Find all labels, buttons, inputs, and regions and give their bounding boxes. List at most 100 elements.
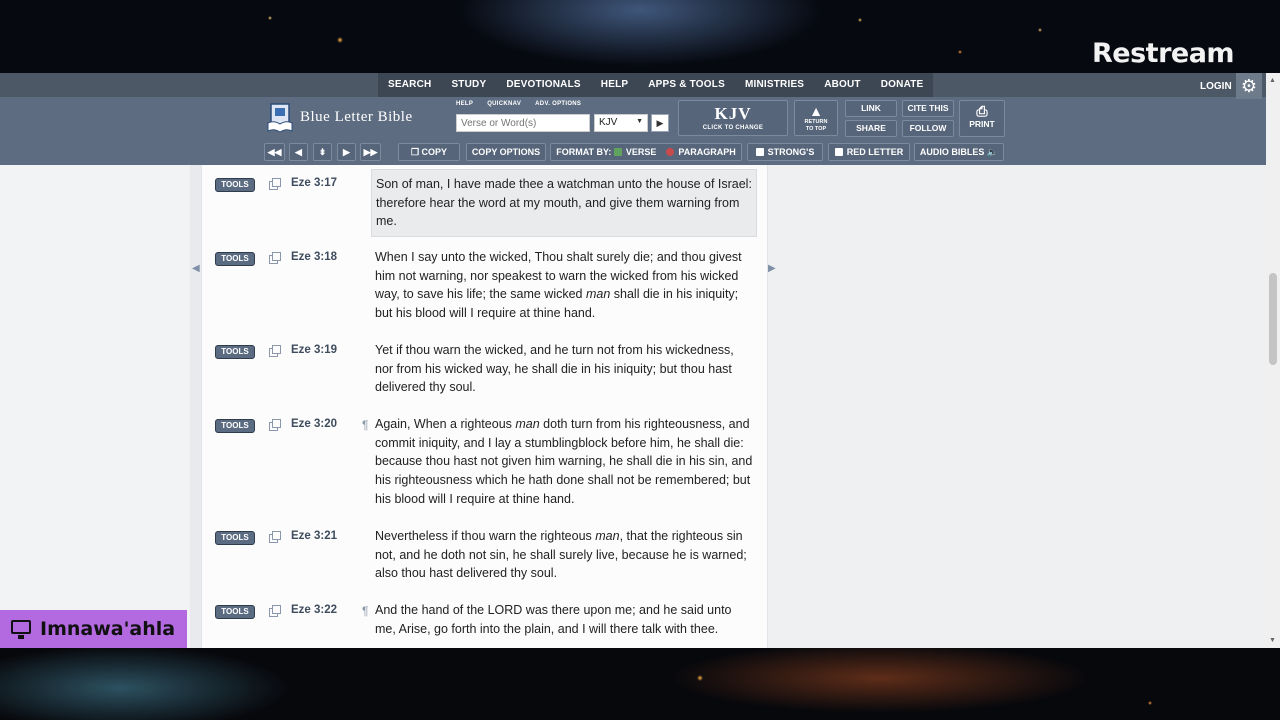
last-chapter-button[interactable]: ▶▶ [360, 143, 381, 161]
nav-study[interactable]: STUDY [441, 73, 496, 97]
quicknav-link[interactable]: QUICKNAV [487, 101, 521, 107]
adv-options-link[interactable]: ADV. OPTIONS [535, 101, 581, 107]
red-letter-toggle[interactable]: RED LETTER [828, 143, 910, 161]
right-expand-arrow-icon[interactable]: ▶ [768, 263, 776, 274]
streamer-name-badge: Imnawa'ahla [0, 610, 187, 648]
print-button[interactable]: ⎙ PRINT [959, 100, 1005, 137]
restream-logo: Restream [1092, 38, 1235, 69]
radio-off-icon [666, 148, 675, 156]
strongs-toggle[interactable]: STRONG'S [747, 143, 823, 161]
copy-verse-icon[interactable] [269, 252, 281, 264]
verse-text-part: Nevertheless if thou warn the righteous [375, 529, 596, 543]
tools-button[interactable]: TOOLS [215, 252, 255, 266]
verse-label: VERSE [625, 147, 657, 157]
audio-bibles-button[interactable]: AUDIO BIBLES 🔈 [914, 143, 1004, 161]
verse-reference[interactable]: Eze 3:18 [291, 251, 337, 263]
search-mini-links: HELP QUICKNAV ADV. OPTIONS [456, 101, 581, 107]
printer-icon: ⎙ [976, 103, 988, 119]
return-label-2: TO TOP [805, 126, 827, 132]
search-go-button[interactable]: ▶ [651, 114, 669, 132]
browser-page: SEARCH STUDY DEVOTIONALS HELP APPS & TOO… [0, 73, 1280, 648]
rewind-icon: ◀◀ [267, 147, 282, 157]
tools-button[interactable]: TOOLS [215, 419, 255, 433]
page-scrollbar[interactable]: ▲ ▼ [1266, 73, 1280, 648]
site-logo-text[interactable]: Blue Letter Bible [300, 109, 413, 126]
next-chapter-button[interactable]: ▶ [337, 143, 356, 161]
left-collapse-arrow-icon[interactable]: ◀ [192, 263, 200, 274]
jump-verse-button[interactable]: ⇟ [313, 143, 332, 161]
chevron-down-icon: ▼ [636, 118, 643, 125]
scroll-up-icon[interactable]: ▲ [1269, 77, 1276, 84]
tools-button[interactable]: TOOLS [215, 178, 255, 192]
monitor-icon [11, 620, 31, 639]
verse-reference[interactable]: Eze 3:22 [291, 604, 337, 616]
nav-apps-tools[interactable]: APPS & TOOLS [638, 73, 735, 97]
nav-devotionals[interactable]: DEVOTIONALS [496, 73, 590, 97]
tools-button[interactable]: TOOLS [215, 345, 255, 359]
verse-reference[interactable]: Eze 3:21 [291, 530, 337, 542]
copy-verse-icon[interactable] [269, 345, 281, 357]
paragraph-format-option[interactable]: PARAGRAPH [666, 147, 736, 157]
checkbox-checked [613, 148, 622, 156]
verse-search-input[interactable] [456, 114, 590, 132]
return-to-top-button[interactable]: ▲ RETURN TO TOP [794, 100, 838, 136]
scroll-down-icon[interactable]: ▼ [1269, 637, 1276, 644]
return-label-1: RETURN [804, 119, 828, 125]
right-panel [768, 165, 1266, 648]
format-by-group: FORMAT BY: VERSE PARAGRAPH [550, 143, 742, 161]
format-by-label: FORMAT BY: [556, 147, 612, 157]
nav-search[interactable]: SEARCH [378, 73, 441, 97]
paragraph-mark: ¶ [362, 418, 369, 432]
verse-reference[interactable]: Eze 3:19 [291, 344, 337, 356]
first-chapter-button[interactable]: ◀◀ [264, 143, 285, 161]
login-link[interactable]: LOGIN [1200, 73, 1232, 101]
prev-icon: ◀ [295, 147, 302, 157]
copy-options-button[interactable]: COPY OPTIONS [466, 143, 546, 161]
nav-help[interactable]: HELP [591, 73, 638, 97]
verse-text: Nevertheless if thou warn the righteous … [375, 527, 757, 583]
left-margin [190, 165, 201, 648]
version-select[interactable]: KJV ▼ [594, 114, 648, 132]
streamer-name: Imnawa'ahla [40, 618, 176, 640]
version-change-button[interactable]: KJV CLICK TO CHANGE [678, 100, 788, 136]
verse-list: TOOLS Eze 3:17 Son of man, I have made t… [201, 165, 768, 648]
copy-verse-icon[interactable] [269, 178, 281, 190]
jump-down-icon: ⇟ [318, 147, 327, 157]
link-button[interactable]: LINK [845, 100, 897, 117]
verse-text: And the hand of the LORD was there upon … [375, 603, 732, 636]
fast-forward-icon: ▶▶ [363, 147, 378, 157]
version-select-value: KJV [599, 117, 618, 128]
prev-chapter-button[interactable]: ◀ [289, 143, 308, 161]
stream-background-bottom [0, 648, 1280, 720]
copy-verse-icon[interactable] [269, 419, 281, 431]
red-letter-label: RED LETTER [846, 147, 904, 157]
bible-logo-icon [267, 103, 293, 133]
audio-bibles-label: AUDIO BIBLES [919, 147, 985, 157]
strongs-label: STRONG'S [767, 147, 815, 157]
verse-reference[interactable]: Eze 3:20 [291, 418, 337, 430]
share-button[interactable]: SHARE [845, 120, 897, 137]
stream-background-top [0, 0, 1280, 73]
copy-verse-icon[interactable] [269, 531, 281, 543]
cite-this-button[interactable]: CITE THIS [902, 100, 954, 117]
tools-button[interactable]: TOOLS [215, 531, 255, 545]
help-link[interactable]: HELP [456, 101, 473, 107]
print-label: PRINT [969, 119, 995, 129]
copy-button[interactable]: ❐ COPY [398, 143, 460, 161]
verse-italic-word: man [585, 287, 611, 302]
nav-ministries[interactable]: MINISTRIES [735, 73, 814, 97]
checkbox-unchecked [834, 148, 843, 156]
nav-about[interactable]: ABOUT [814, 73, 871, 97]
verse-reference[interactable]: Eze 3:17 [291, 177, 337, 189]
verse-italic-word: man [515, 417, 540, 431]
verse-format-option[interactable]: VERSE [613, 147, 657, 157]
tools-button[interactable]: TOOLS [215, 605, 255, 619]
gear-icon[interactable]: ⚙ [1236, 73, 1262, 99]
scrollbar-thumb[interactable] [1269, 273, 1277, 365]
checkbox-unchecked [755, 148, 764, 156]
nav-donate[interactable]: DONATE [871, 73, 934, 97]
copy-verse-icon[interactable] [269, 605, 281, 617]
play-icon: ▶ [656, 118, 664, 128]
follow-button[interactable]: FOLLOW [902, 120, 954, 137]
copy-label: COPY [421, 147, 448, 157]
